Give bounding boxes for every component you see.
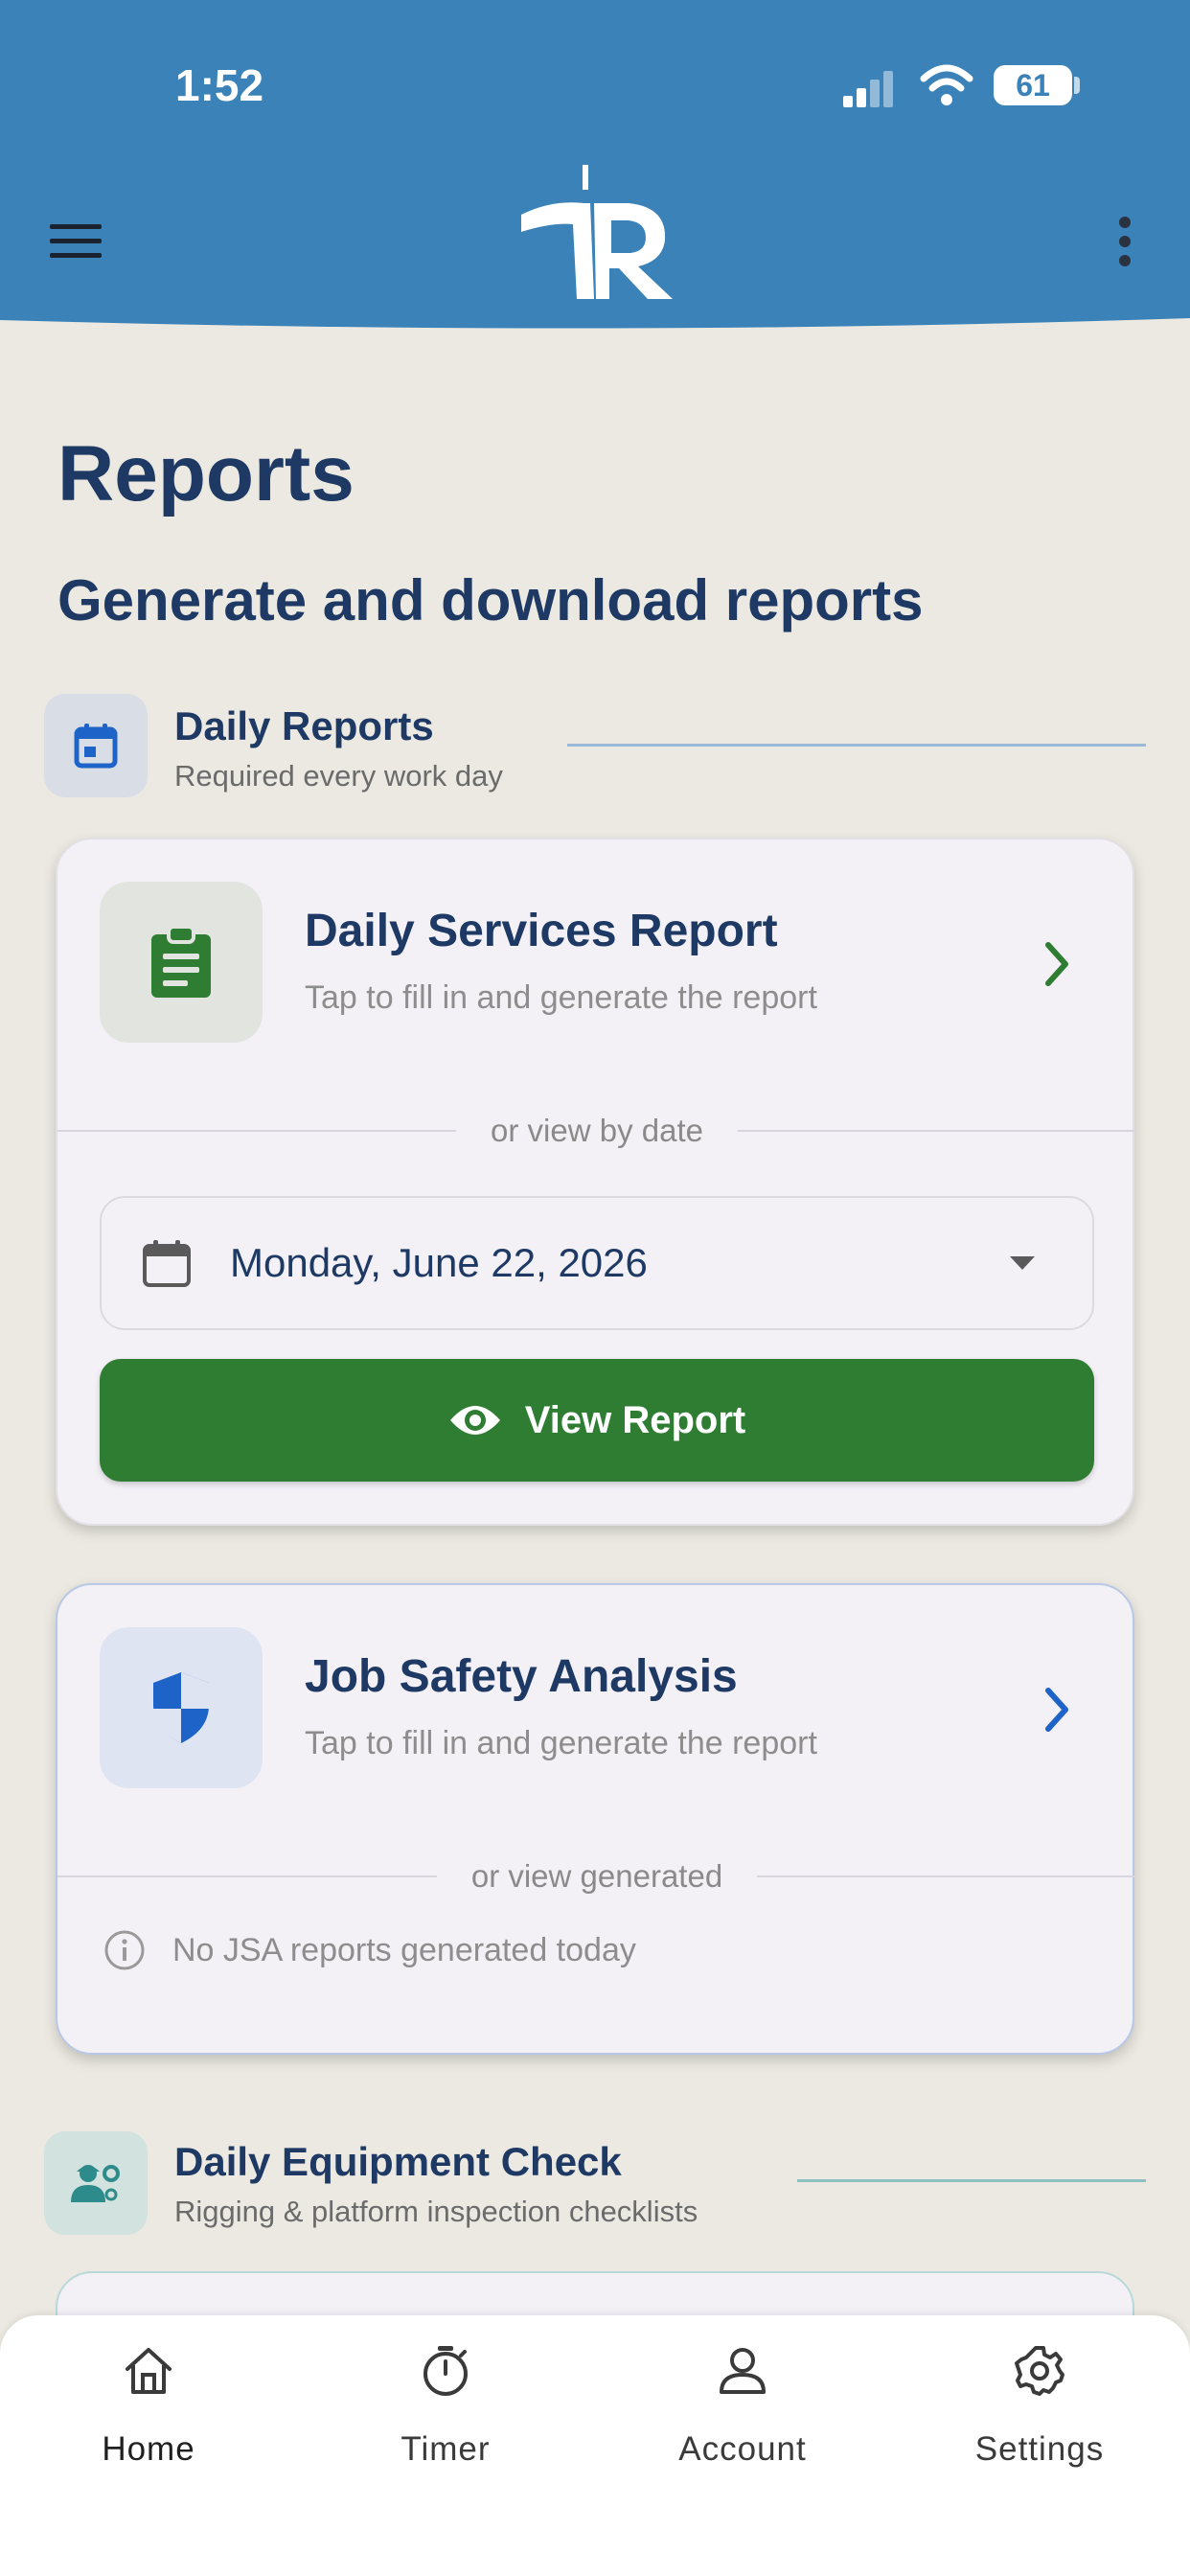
- daily-services-report-card: Daily Services Report Tap to fill in and…: [56, 838, 1137, 1526]
- calendar-outline-icon: [143, 1240, 191, 1287]
- section-equipment-icon-box: [44, 2131, 148, 2235]
- dsr-chevron-right-icon[interactable]: [1039, 935, 1077, 993]
- view-report-label: View Report: [524, 1398, 746, 1441]
- nav-settings-label: Settings: [974, 2430, 1105, 2468]
- page-subtitle: Generate and download reports: [57, 568, 924, 632]
- nav-account[interactable]: Account: [594, 2315, 891, 2507]
- wifi-icon: [920, 64, 973, 105]
- section-daily-icon-box: [44, 694, 148, 797]
- date-picker-select[interactable]: Monday, June 22, 2026: [100, 1196, 1094, 1330]
- shield-icon: [153, 1672, 209, 1743]
- nav-settings[interactable]: Settings: [891, 2315, 1188, 2507]
- worker-gear-icon: [71, 2165, 120, 2202]
- dsr-title[interactable]: Daily Services Report: [305, 905, 778, 957]
- dsr-icon-box: [100, 882, 263, 1043]
- nav-timer-label: Timer: [400, 2430, 491, 2468]
- dsr-divider: or view by date: [57, 1112, 1137, 1150]
- section-equipment-description: Rigging & platform inspection checklists: [174, 2195, 698, 2228]
- bottom-navigation: Home Timer Account Settings: [0, 2315, 1190, 2576]
- cellular-signal-icon: [843, 71, 893, 107]
- jsa-empty-message: No JSA reports generated today: [172, 1931, 636, 1968]
- section-equipment-title: Daily Equipment Check: [174, 2139, 622, 2184]
- dsr-description: Tap to fill in and generate the report: [305, 979, 817, 1016]
- eye-icon: [449, 1406, 500, 1435]
- jsa-chevron-right-icon[interactable]: [1039, 1681, 1077, 1738]
- timer-icon: [423, 2346, 468, 2396]
- status-time: 1:52: [175, 60, 264, 110]
- selected-date: Monday, June 22, 2026: [230, 1240, 648, 1285]
- jsa-icon-box: [100, 1627, 263, 1788]
- section-daily-divider: [567, 744, 1146, 747]
- jsa-description: Tap to fill in and generate the report: [305, 1725, 817, 1761]
- home-icon: [126, 2348, 172, 2394]
- section-daily-title: Daily Reports: [174, 703, 434, 748]
- jsa-divider: or view generated: [57, 1857, 1137, 1896]
- nav-home[interactable]: Home: [0, 2315, 297, 2507]
- info-icon: [104, 1930, 145, 1970]
- job-safety-analysis-card: Job Safety Analysis Tap to fill in and g…: [56, 1583, 1137, 2055]
- clipboard-icon: [151, 925, 211, 998]
- battery-icon: [1074, 77, 1080, 94]
- app-header: 1:52 61: [0, 0, 1190, 345]
- app-logo: [521, 165, 673, 299]
- nav-account-label: Account: [678, 2430, 807, 2468]
- dsr-divider-label: or view by date: [491, 1113, 703, 1148]
- calendar-icon: [74, 724, 118, 769]
- section-equipment-divider: [797, 2179, 1146, 2182]
- jsa-title[interactable]: Job Safety Analysis: [305, 1650, 738, 1703]
- gear-icon: [1015, 2346, 1064, 2396]
- battery-level: 61: [994, 65, 1072, 105]
- hamburger-menu-icon[interactable]: [50, 222, 102, 261]
- more-options-icon[interactable]: [1111, 215, 1138, 268]
- page-title: Reports: [57, 430, 355, 518]
- nav-home-label: Home: [102, 2430, 195, 2468]
- nav-timer[interactable]: Timer: [297, 2315, 594, 2507]
- jsa-divider-label: or view generated: [470, 1858, 723, 1894]
- account-icon: [720, 2348, 766, 2394]
- view-report-button[interactable]: View Report: [100, 1359, 1094, 1482]
- jsa-empty-state: No JSA reports generated today: [103, 1926, 636, 1974]
- section-daily-description: Required every work day: [174, 759, 503, 793]
- dropdown-arrow-icon: [1010, 1256, 1035, 1270]
